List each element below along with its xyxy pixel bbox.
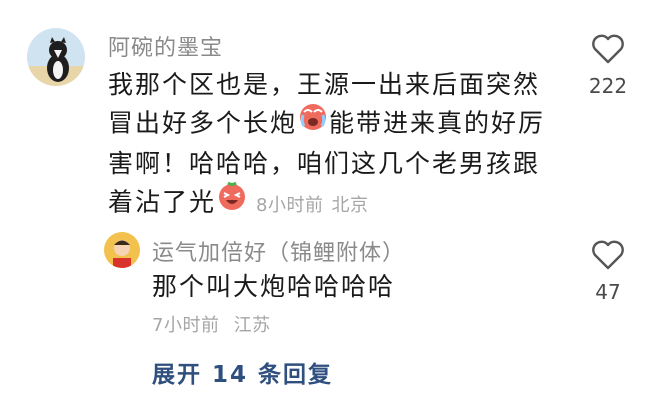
reply-like-button[interactable]: 47 bbox=[580, 240, 636, 304]
replier-username[interactable]: 运气加倍好（锦鲤附体） bbox=[152, 235, 405, 267]
expand-replies-link[interactable]: 展开 14 条回复 bbox=[152, 355, 333, 389]
commenter-avatar[interactable] bbox=[27, 28, 85, 86]
comment-segment: 能带进来真的好厉 bbox=[329, 108, 546, 138]
heart-outline-icon bbox=[592, 240, 624, 270]
laughing-face-emoji-icon bbox=[217, 181, 247, 222]
crying-face-emoji-icon bbox=[298, 102, 328, 143]
commenter-username[interactable]: 阿碗的墨宝 bbox=[108, 30, 223, 62]
comment-segment: 着沾了光 bbox=[108, 187, 217, 217]
heart-outline-icon bbox=[592, 34, 624, 64]
user-photo-icon bbox=[104, 232, 140, 268]
replier-avatar[interactable] bbox=[104, 232, 140, 268]
reply-meta: 7小时前 江苏 bbox=[152, 311, 271, 337]
reply-time: 7小时前 bbox=[152, 315, 220, 336]
comment-time: 8小时前 bbox=[256, 194, 324, 216]
comment-location: 北京 bbox=[331, 194, 369, 216]
comment-like-button[interactable]: 222 bbox=[580, 34, 636, 98]
dog-photo-icon bbox=[27, 28, 85, 86]
comment-line: 着沾了光 8小时前 北京 bbox=[108, 181, 578, 225]
comment-line: 我那个区也是，王源一出来后面突然 bbox=[108, 70, 541, 99]
comment-like-count: 222 bbox=[588, 74, 628, 98]
reply-like-count: 47 bbox=[595, 280, 621, 304]
comment-line: 害啊！哈哈哈，咱们这几个老男孩跟 bbox=[108, 149, 541, 178]
comment-line: 冒出好多个长炮 能带进来真的好厉 bbox=[108, 104, 578, 145]
reply-text: 那个叫大炮哈哈哈哈 bbox=[152, 272, 396, 301]
comment-segment: 冒出好多个长炮 bbox=[108, 108, 298, 138]
comment-text: 我那个区也是，王源一出来后面突然 冒出好多个长炮 能带进来真的好厉 害啊！哈哈哈，… bbox=[108, 66, 578, 225]
reply-location: 江苏 bbox=[233, 315, 271, 336]
